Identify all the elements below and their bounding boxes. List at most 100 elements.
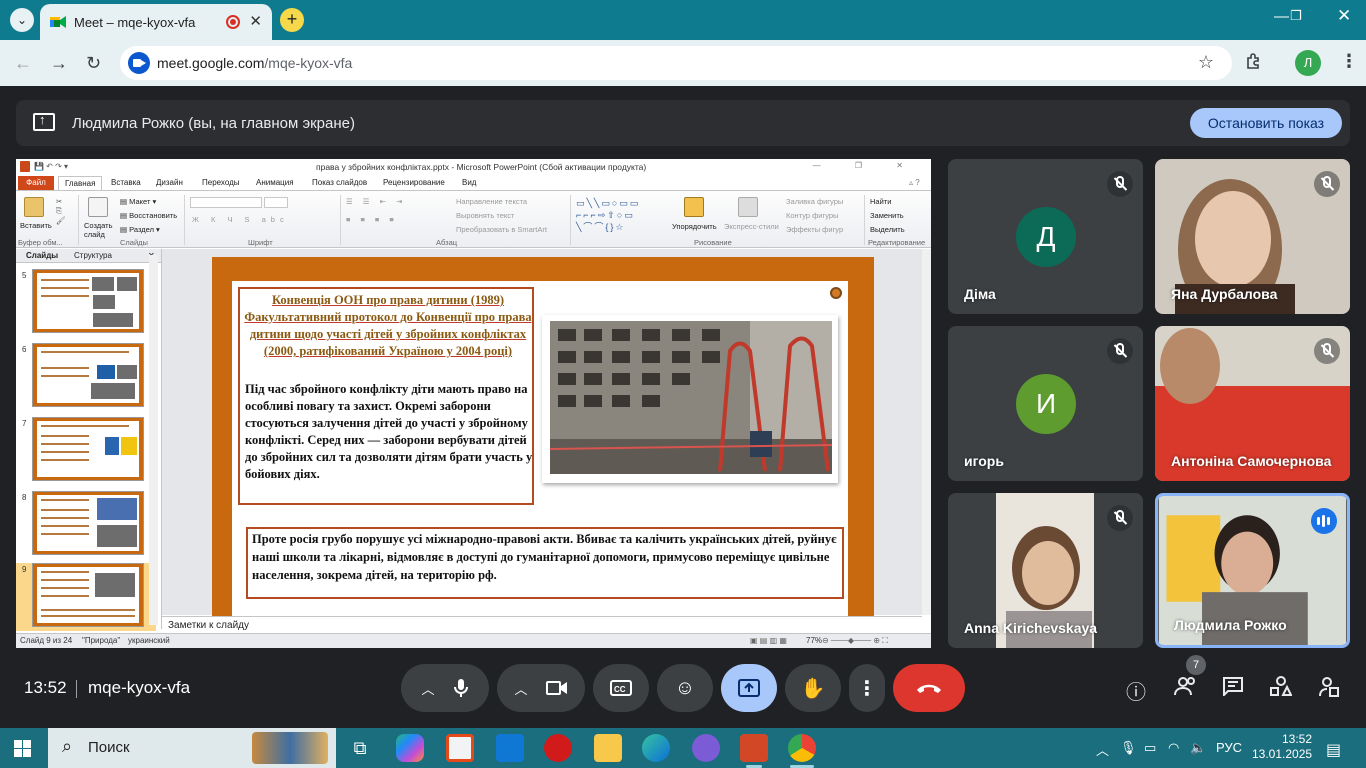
participant-tile[interactable]: Anna Kirichevskaya [948, 493, 1143, 648]
align-text-button[interactable]: Выровнять текст [456, 211, 514, 220]
powerpoint-icon[interactable] [740, 734, 768, 762]
font-size-box[interactable] [264, 197, 288, 208]
ppt-tab-design[interactable]: Дизайн [156, 178, 183, 187]
ppt-file-tab[interactable]: Файл [18, 176, 54, 190]
panel-tab-outline[interactable]: Структура [74, 251, 112, 260]
find-button[interactable]: Найти [870, 197, 891, 206]
quick-access-toolbar[interactable]: 💾 ↶ ↷ ▾ [34, 162, 68, 171]
reset-button[interactable]: ▤ Восстановить [120, 211, 177, 220]
slide-title-text[interactable]: Конвенція ООН про права дитини (1989) Фа… [242, 292, 534, 360]
font-format-buttons[interactable]: Ж К Ч S abc [192, 215, 289, 224]
participant-tile-self[interactable]: Людмила Рожко [1155, 493, 1350, 648]
tab-close-icon[interactable]: ✕ [249, 12, 262, 30]
keyboard-language[interactable]: РУС [1216, 740, 1242, 755]
task-view-icon[interactable]: ⧉ [346, 734, 374, 762]
participant-tile[interactable]: Д Діма [948, 159, 1143, 314]
reload-icon[interactable]: ↻ [86, 53, 101, 74]
opera-icon[interactable] [544, 734, 572, 762]
quick-styles-button[interactable]: Экспресс-стили [724, 222, 779, 231]
browser-menu-icon[interactable]: ⋮ [1340, 51, 1358, 72]
captions-button[interactable]: CC [593, 664, 649, 712]
slide-thumbnail[interactable]: 8 [16, 491, 156, 559]
bookmark-star-icon[interactable]: ☆ [1198, 52, 1214, 73]
new-slide-icon[interactable] [88, 197, 108, 217]
host-controls-icon[interactable] [1318, 676, 1340, 704]
slide-thumbnail[interactable]: 7 [16, 417, 156, 485]
view-buttons[interactable]: ▣ ▤ ▥ ▦ [750, 636, 787, 645]
chevron-up-icon[interactable]: ︿ [514, 679, 527, 698]
select-button[interactable]: Выделить [870, 225, 905, 234]
tab-search-button[interactable]: ⌄ [10, 8, 34, 32]
arrange-icon[interactable] [684, 197, 704, 217]
cut-copy-icons[interactable]: ✂ ⎘ 🖌 [56, 197, 66, 225]
quick-styles-icon[interactable] [738, 197, 758, 217]
chat-icon[interactable] [1222, 676, 1244, 702]
shape-outline-button[interactable]: Контур фигуры [786, 211, 838, 220]
site-info-icon[interactable] [128, 52, 150, 74]
battery-icon[interactable]: ▭ [1144, 740, 1156, 756]
minimize-window-icon[interactable]: — [1274, 8, 1289, 25]
raise-hand-button[interactable]: ✋ [785, 664, 841, 712]
new-tab-button[interactable]: + [280, 8, 304, 32]
new-slide-button[interactable]: Создать слайд [84, 221, 116, 239]
browser-tab-meet[interactable]: Meet – mqe-kyox-vfa ✕ [40, 4, 272, 40]
replace-button[interactable]: Заменить [870, 211, 904, 220]
shape-effects-button[interactable]: Эффекты фигур [786, 225, 843, 234]
align-buttons[interactable]: ≡ ≡ ≡ ≡ [346, 215, 398, 224]
list-buttons[interactable]: ☰ ☰ ⇤ ⇥ [346, 197, 406, 206]
more-options-button[interactable]: ⋮ [849, 664, 885, 712]
stop-sharing-button[interactable]: Остановить показ [1190, 108, 1342, 138]
ppt-tab-animation[interactable]: Анимация [256, 178, 294, 187]
mail-icon[interactable] [496, 734, 524, 762]
editor-scrollbar[interactable] [922, 249, 931, 615]
wifi-icon[interactable]: ◠ [1168, 740, 1179, 756]
ppt-tab-review[interactable]: Рецензирование [383, 178, 445, 187]
chevron-up-icon[interactable]: ︿ [421, 679, 434, 698]
participant-tile[interactable]: Яна Дурбалова [1155, 159, 1350, 314]
ppt-tab-slideshow[interactable]: Показ слайдов [312, 178, 367, 187]
leave-call-button[interactable] [893, 664, 965, 712]
chrome-icon[interactable] [788, 734, 816, 762]
ppt-tab-home[interactable]: Главная [58, 176, 103, 191]
system-clock[interactable]: 13:52 13.01.2025 [1252, 732, 1312, 762]
file-explorer-icon[interactable] [594, 734, 622, 762]
text-direction-button[interactable]: Направление текста [456, 197, 527, 206]
zoom-slider[interactable]: ⊖ ───◆─── ⊕ ⛶ [822, 636, 888, 646]
people-icon[interactable] [1174, 676, 1198, 702]
arrange-button[interactable]: Упорядочить [672, 222, 717, 231]
layout-button[interactable]: ▤ Макет ▾ [120, 197, 156, 206]
shape-fill-button[interactable]: Заливка фигуры [786, 197, 843, 206]
extensions-puzzle-icon[interactable] [1245, 52, 1263, 75]
smartart-button[interactable]: Преобразовать в SmartArt [456, 225, 547, 234]
back-arrow-icon[interactable]: ← [14, 53, 32, 74]
show-hidden-icons[interactable]: ︿ [1096, 740, 1109, 759]
ppt-help-icon[interactable]: ▵ ? [909, 178, 920, 187]
microphone-tray-icon[interactable]: 🎙 [1120, 740, 1137, 756]
ppt-window-controls[interactable]: — ❐ ✕ [813, 161, 919, 170]
camera-control[interactable]: ︿ [497, 664, 585, 712]
viber-icon[interactable] [692, 734, 720, 762]
slides-panel-scrollbar[interactable] [149, 255, 158, 625]
paste-button[interactable]: Вставить [20, 221, 52, 230]
windows-start-icon[interactable] [14, 740, 31, 757]
ppt-tab-transitions[interactable]: Переходы [202, 178, 240, 187]
section-button[interactable]: ▤ Раздел ▾ [120, 225, 160, 234]
slide-bottom-text[interactable]: Проте росія грубо порушує усі міжнародно… [252, 530, 840, 584]
slide-body-text[interactable]: Під час збройного конфлікту діти мають п… [245, 381, 535, 483]
font-name-box[interactable] [190, 197, 262, 208]
shapes-gallery[interactable]: ▭╲╲▭○▭▭ ⌐⌐⌐⇨⇧○▭ ╲⌒⌒{}☆ [576, 197, 668, 237]
ppt-tab-view[interactable]: Вид [462, 178, 476, 187]
participant-tile[interactable]: И игорь [948, 326, 1143, 481]
slide-thumbnail[interactable]: 5 [16, 269, 156, 337]
volume-icon[interactable]: 🔈 [1190, 740, 1206, 756]
microphone-control[interactable]: ︿ [401, 664, 489, 712]
microsoft-store-icon[interactable] [446, 734, 474, 762]
meeting-info-icon[interactable]: ⓘ [1126, 676, 1146, 705]
panel-tab-slides[interactable]: Слайды [26, 251, 58, 260]
notifications-icon[interactable]: ▤ [1326, 740, 1341, 760]
close-window-icon[interactable]: ✕ [1337, 6, 1351, 26]
taskbar-search-box[interactable]: ⌕ Поиск [48, 728, 336, 768]
profile-avatar[interactable]: Л [1295, 50, 1321, 76]
slide-notes-field[interactable]: Заметки к слайду [162, 616, 922, 633]
address-bar[interactable]: meet.google.com/mqe-kyox-vfa ☆ [120, 46, 1232, 80]
